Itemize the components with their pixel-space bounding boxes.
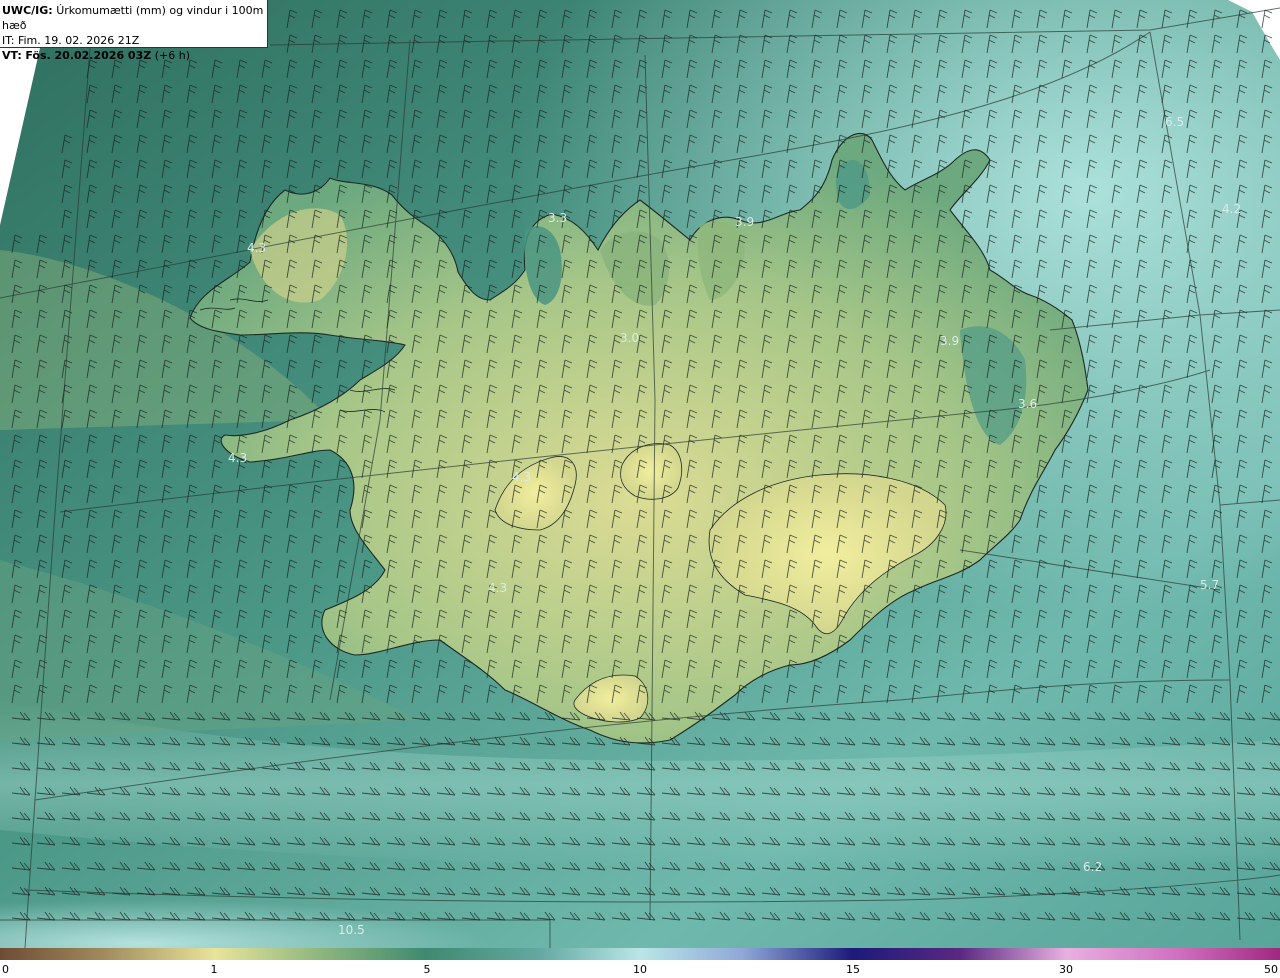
valid-prefix: VT:: [2, 49, 22, 62]
colorbar-tick: 5: [423, 963, 431, 976]
value-label-north-3: 3.0: [620, 331, 639, 345]
value-label-far-ne: 4.2: [1222, 202, 1241, 216]
value-label-west-central: 4.3: [488, 581, 507, 595]
colorbar-tick: 50: [1264, 963, 1278, 976]
valid-time: Fös. 20.02.2026 03Z: [25, 49, 152, 62]
value-label-langjokull: 4.3: [512, 470, 531, 484]
weather-map: 6.5 4.3 3.3 3.9 3.0 3.9 3.6 4.2 4.3 5.7 …: [0, 0, 1280, 948]
colorbar-tick: 30: [1059, 963, 1073, 976]
value-label-north-2: 3.9: [735, 215, 754, 229]
map-title-box: UWC/IG: Úrkomumætti (mm) og vindur i 100…: [0, 0, 268, 62]
value-label-east: 3.6: [1018, 397, 1037, 411]
value-label-ne-sea: 6.5: [1165, 115, 1184, 129]
value-label-westfjords: 4.3: [247, 241, 266, 255]
colorbar-tick: 10: [633, 963, 647, 976]
product-label: UWC/IG:: [2, 4, 53, 17]
colorbar-ticks: 0 1 5 10 15 30 50: [0, 960, 1280, 978]
colorbar-tick: 1: [210, 963, 218, 976]
value-label-northeast: 3.9: [940, 334, 959, 348]
colorbar-tick: 0: [2, 963, 9, 976]
title-line: UWC/IG: Úrkomumætti (mm) og vindur i 100…: [2, 3, 267, 33]
value-label-north-1: 3.3: [548, 211, 567, 225]
value-label-snaefell: 4.3: [228, 451, 247, 465]
init-time: IT: Fim. 19. 02. 2026 21Z: [2, 34, 140, 47]
value-label-southeast-sea: 5.7: [1200, 578, 1219, 592]
lead-time: (+6 h): [154, 49, 190, 62]
value-label-sw-sea: 10.5: [338, 923, 365, 937]
valid-time-line: VT: Fös. 20.02.2026 03Z (+6 h): [2, 48, 267, 63]
colorbar: [0, 948, 1280, 960]
value-label-south-sea: 6.2: [1083, 860, 1102, 874]
colorbar-tick: 15: [846, 963, 860, 976]
